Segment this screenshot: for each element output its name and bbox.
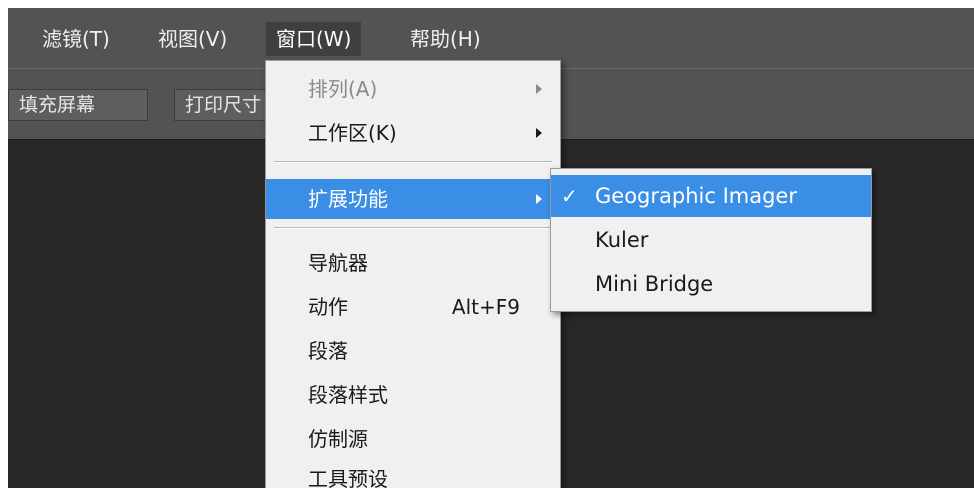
fill-screen-button[interactable]: 填充屏幕 [8, 89, 148, 121]
menu-item-actions[interactable]: 动作 Alt+F9 [266, 287, 560, 327]
menu-item-paragraph-styles[interactable]: 段落样式 [266, 375, 560, 415]
extensions-submenu: ✓ Geographic Imager Kuler Mini Bridge [550, 168, 872, 312]
menu-item-paragraph[interactable]: 段落 [266, 331, 560, 371]
checkmark-icon: ✓ [561, 184, 578, 208]
submenu-item-label: Kuler [595, 228, 649, 252]
menu-item-label: 排列(A) [308, 77, 378, 101]
submenu-arrow-icon [536, 128, 542, 138]
menu-item-shortcut: Alt+F9 [451, 295, 520, 319]
menu-item-workspace[interactable]: 工作区(K) [266, 113, 560, 153]
menu-item-arrange[interactable]: 排列(A) [266, 69, 560, 109]
menu-item-label: 段落样式 [308, 383, 388, 407]
menu-item-label: 段落 [308, 339, 348, 363]
photoshop-window: 滤镜(T) 视图(V) 窗口(W) 帮助(H) 填充屏幕 打印尺寸 排列(A) … [8, 8, 974, 488]
menu-item-label: 动作 [308, 295, 348, 319]
menu-view[interactable]: 视图(V) [148, 22, 237, 56]
menu-item-label: 工具预设 [308, 467, 388, 488]
submenu-item-mini-bridge[interactable]: Mini Bridge [551, 263, 871, 305]
menu-separator [274, 227, 552, 229]
submenu-item-label: Geographic Imager [595, 184, 797, 208]
menu-item-label: 扩展功能 [308, 187, 388, 211]
menu-item-label: 导航器 [308, 251, 368, 275]
submenu-item-geographic-imager[interactable]: ✓ Geographic Imager [551, 175, 871, 217]
window-menu-dropdown: 排列(A) 工作区(K) 扩展功能 导航器 动作 Alt+F9 段落 段落样式 … [265, 60, 561, 488]
submenu-arrow-icon [536, 194, 542, 204]
submenu-item-kuler[interactable]: Kuler [551, 219, 871, 261]
menu-item-label: 仿制源 [308, 427, 368, 451]
menu-filter[interactable]: 滤镜(T) [32, 22, 120, 56]
menu-item-clone-source[interactable]: 仿制源 [266, 419, 560, 459]
menu-item-navigator[interactable]: 导航器 [266, 243, 560, 283]
menu-bar: 滤镜(T) 视图(V) 窗口(W) 帮助(H) [8, 8, 974, 68]
menu-window[interactable]: 窗口(W) [266, 22, 362, 56]
menu-item-label: 工作区(K) [308, 121, 397, 145]
submenu-item-label: Mini Bridge [595, 272, 714, 296]
menu-help[interactable]: 帮助(H) [400, 22, 491, 56]
menu-separator [274, 161, 552, 163]
submenu-arrow-icon [536, 84, 542, 94]
menu-item-tool-presets[interactable]: 工具预设 [266, 459, 560, 488]
menu-item-extensions[interactable]: 扩展功能 [266, 179, 560, 219]
